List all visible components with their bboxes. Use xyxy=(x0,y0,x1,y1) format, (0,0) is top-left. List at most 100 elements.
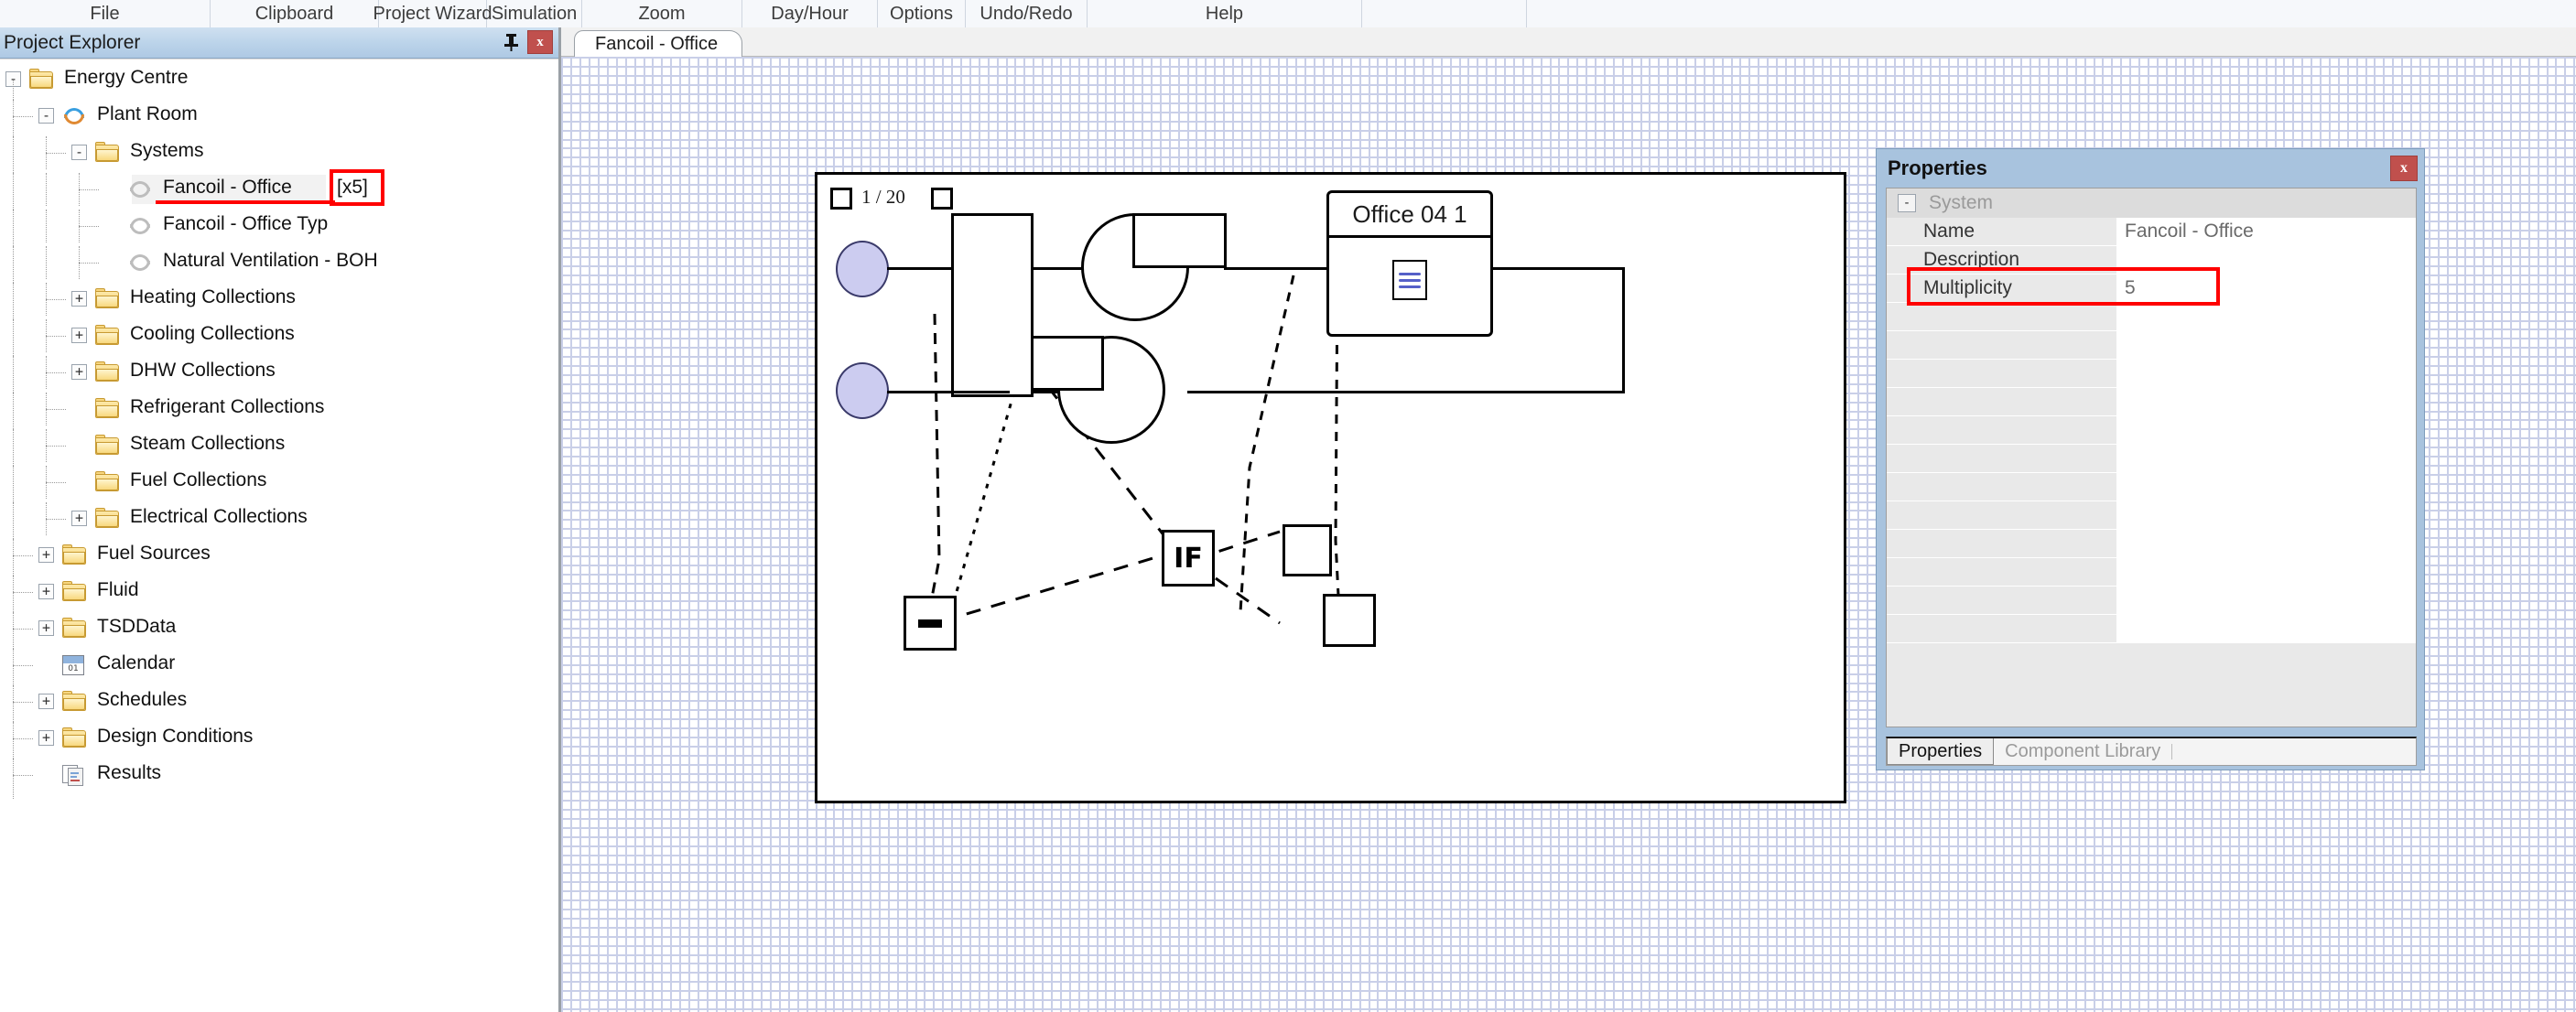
tree-item-calendar[interactable]: 01 Calendar xyxy=(0,649,558,682)
tree-item-natural-ventilation-boh[interactable]: Natural Ventilation - BOH xyxy=(0,246,558,279)
tree-expander-expand[interactable]: + xyxy=(71,291,87,307)
tree-item-fancoil-office[interactable]: Fancoil - Office [x5] xyxy=(0,169,558,206)
property-key xyxy=(1887,530,2117,557)
tree-item-energy-centre[interactable]: - Energy Centre xyxy=(0,63,558,96)
tab-component-library[interactable]: Component Library xyxy=(1994,738,2171,765)
group-expander-icon[interactable]: - xyxy=(1898,194,1916,212)
control-block-lower-right[interactable] xyxy=(1323,594,1376,647)
tree-item-systems[interactable]: - Systems xyxy=(0,136,558,169)
property-key xyxy=(1887,416,2117,444)
property-key xyxy=(1887,587,2117,614)
tree-expander-expand[interactable]: + xyxy=(71,511,87,526)
minus-icon xyxy=(918,619,942,628)
minus-block[interactable] xyxy=(904,596,957,651)
tree-expander-collapse[interactable]: - xyxy=(71,145,87,160)
properties-tabstrip: Properties Component Library xyxy=(1886,737,2417,766)
tree-guide-line xyxy=(46,466,47,499)
folder-icon xyxy=(95,508,120,529)
tree-item-label: Steam Collections xyxy=(130,433,286,454)
tree-guide-line xyxy=(13,629,33,630)
tree-guide-line xyxy=(46,173,47,206)
tree-item-label: Schedules xyxy=(97,689,188,710)
ribbon-group-file[interactable]: File xyxy=(0,0,211,27)
project-explorer-panel: Project Explorer x - Energy Centre - Plant … xyxy=(0,27,558,1012)
property-row-name[interactable]: Name Fancoil - Office xyxy=(1887,218,2416,246)
tree-guide-line xyxy=(46,393,47,425)
if-block[interactable]: IF xyxy=(1162,530,1215,587)
page-prev-checkbox[interactable] xyxy=(830,188,852,210)
tree-guide-line xyxy=(79,189,99,190)
tree-expander-expand[interactable]: + xyxy=(38,584,54,599)
tree-item-refrigerant-collections[interactable]: Refrigerant Collections xyxy=(0,393,558,425)
tree-item-tsddata[interactable]: + TSDData xyxy=(0,612,558,645)
tree-guide-line xyxy=(46,283,47,316)
project-tree[interactable]: - Energy Centre - Plant Room - Systems Fancoil… xyxy=(0,59,558,1012)
tree-expander-expand[interactable]: + xyxy=(38,694,54,709)
tree-guide-line xyxy=(13,80,14,799)
ribbon-group-help[interactable]: Help xyxy=(1088,0,1362,27)
ribbon-group-undo-redo[interactable]: Undo/Redo xyxy=(966,0,1088,27)
tab-properties[interactable]: Properties xyxy=(1887,738,1995,765)
tree-expander-expand[interactable]: + xyxy=(38,547,54,563)
close-icon[interactable]: x xyxy=(527,30,553,54)
tree-item-electrical-collections[interactable]: + Electrical Collections xyxy=(0,502,558,535)
tree-item-plant-room[interactable]: - Plant Room xyxy=(0,100,558,133)
tree-item-fancoil-office-typ[interactable]: Fancoil - Office Typ xyxy=(0,210,558,242)
pin-icon[interactable] xyxy=(502,30,520,54)
system-icon xyxy=(128,253,152,273)
tree-expander-expand[interactable]: + xyxy=(38,730,54,746)
ribbon-group-options[interactable]: Options xyxy=(878,0,966,27)
tree-item-label: Fluid xyxy=(97,579,139,600)
property-value[interactable]: Fancoil - Office xyxy=(2117,218,2416,245)
system-diagram-frame: 1 / 20 Office 04 1 IF xyxy=(815,172,1846,803)
properties-title: Properties xyxy=(1888,156,1987,179)
wire-return-bottom xyxy=(1187,391,1625,393)
tree-expander-expand[interactable]: + xyxy=(71,364,87,380)
ribbon-group-label: Options xyxy=(890,3,953,24)
folder-icon xyxy=(29,69,54,90)
tree-item-schedules[interactable]: + Schedules xyxy=(0,685,558,718)
properties-group-system[interactable]: - System xyxy=(1887,188,2416,218)
properties-grid: - System Name Fancoil - Office Description… xyxy=(1886,188,2417,727)
tree-item-fuel-collections[interactable]: Fuel Collections xyxy=(0,466,558,499)
tree-item-dhw-collections[interactable]: + DHW Collections xyxy=(0,356,558,389)
tree-item-label: Cooling Collections xyxy=(130,323,295,344)
tree-item-heating-collections[interactable]: + Heating Collections xyxy=(0,283,558,316)
room-node[interactable]: Office 04 1 xyxy=(1326,190,1493,337)
page-next-checkbox[interactable] xyxy=(931,188,953,210)
property-key xyxy=(1887,360,2117,387)
ribbon-group-clipboard[interactable]: Clipboard xyxy=(211,0,379,27)
tree-item-fluid[interactable]: + Fluid xyxy=(0,576,558,608)
ribbon-group-day-hour[interactable]: Day/Hour xyxy=(742,0,878,27)
tree-expander-expand[interactable]: + xyxy=(38,620,54,636)
tree-expander-expand[interactable]: + xyxy=(71,328,87,343)
tree-item-label: Fancoil - Office Typ xyxy=(163,213,329,234)
tree-guide-line xyxy=(46,429,47,462)
tree-expander-collapse[interactable]: - xyxy=(38,108,54,124)
ribbon-group-project-wizard[interactable]: Project Wizard xyxy=(373,0,492,27)
property-row-empty xyxy=(1887,530,2416,558)
tree-item-label: Heating Collections xyxy=(130,286,296,307)
tree-item-results[interactable]: Results xyxy=(0,759,558,791)
supply-node-top[interactable] xyxy=(836,241,889,297)
tree-item-design-conditions[interactable]: + Design Conditions xyxy=(0,722,558,755)
control-block-upper-right[interactable] xyxy=(1283,524,1332,576)
wire-bottom-left xyxy=(887,391,1010,393)
tree-guide-line xyxy=(13,702,33,703)
tree-item-label: Design Conditions xyxy=(97,726,254,747)
wire-return-vertical xyxy=(1622,267,1625,393)
ribbon-group-zoom[interactable]: Zoom xyxy=(582,0,742,27)
folder-icon xyxy=(95,288,120,309)
tab-fancoil-office[interactable]: Fancoil - Office xyxy=(574,30,743,58)
ribbon-group-empty-9 xyxy=(1362,0,1527,27)
tree-item-steam-collections[interactable]: Steam Collections xyxy=(0,429,558,462)
tree-item-cooling-collections[interactable]: + Cooling Collections xyxy=(0,319,558,352)
tree-item-label: Fancoil - Office xyxy=(163,177,292,198)
tree-item-fuel-sources[interactable]: + Fuel Sources xyxy=(0,539,558,572)
schematic-canvas[interactable]: 1 / 20 Office 04 1 IF Properties x - Sys… xyxy=(561,57,2576,1012)
tree-guide-line xyxy=(46,319,47,352)
coil-block[interactable] xyxy=(951,213,1034,397)
ribbon-group-simulation[interactable]: Simulation xyxy=(487,0,582,27)
properties-close-icon[interactable]: x xyxy=(2390,156,2418,181)
supply-node-bottom[interactable] xyxy=(836,362,889,419)
